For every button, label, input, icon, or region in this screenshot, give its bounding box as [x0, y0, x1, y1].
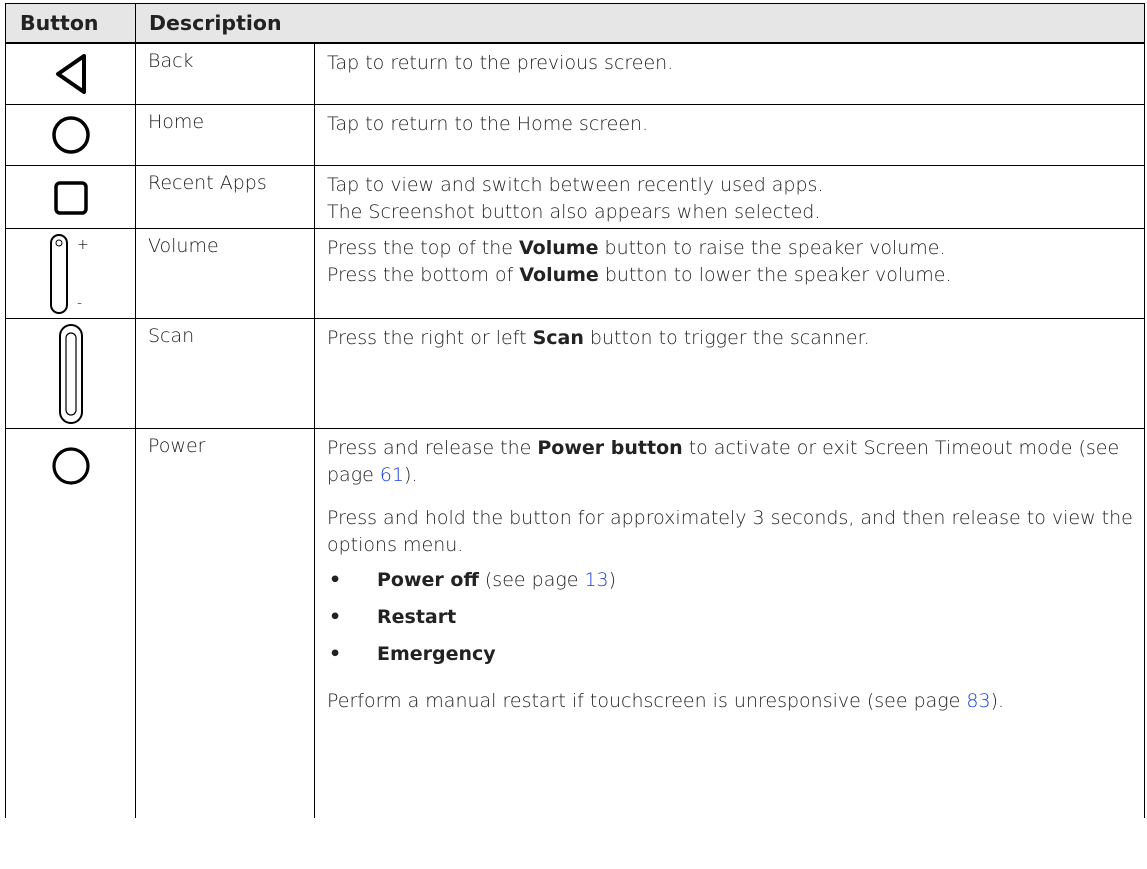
- button-description-table: Button Description Back Tap to return to…: [5, 3, 1145, 818]
- description-line: Tap to return to the Home screen.: [327, 112, 649, 135]
- button-name: Recent Apps: [135, 164, 315, 229]
- list-item-power-off: • Power off (see page 13): [327, 567, 1144, 594]
- table-row: Home Tap to return to the Home screen.: [5, 103, 1145, 166]
- description-line: Press the right or left Scan button to t…: [327, 326, 870, 349]
- description-line: Tap to view and switch between recently …: [327, 173, 824, 196]
- table-header-row: Button Description: [5, 3, 1145, 44]
- volume-plus-mark: +: [77, 237, 89, 253]
- icon-cell: [5, 164, 136, 229]
- table-row: Scan Press the right or left Scan button…: [5, 317, 1145, 429]
- description-paragraph: Press and hold the button for approximat…: [327, 506, 1133, 556]
- header-description: Description: [135, 3, 1145, 44]
- table-row: Recent Apps Tap to view and switch betwe…: [5, 164, 1145, 229]
- icon-cell: [5, 103, 136, 166]
- button-description: Tap to return to the previous screen.: [314, 42, 1145, 105]
- bullet-dot: •: [329, 605, 342, 628]
- button-name: Scan: [135, 317, 315, 429]
- page-link-61[interactable]: 61: [380, 464, 404, 486]
- page-link-13[interactable]: 13: [584, 569, 608, 591]
- icon-cell: + -: [5, 227, 136, 319]
- description-paragraph: Press and release the Power button to ac…: [327, 436, 1120, 486]
- page-link-83[interactable]: 83: [966, 690, 990, 712]
- power-circle-icon: [51, 446, 90, 485]
- list-item-restart: • Restart: [327, 604, 1144, 631]
- list-item-emergency: • Emergency: [327, 641, 1144, 668]
- home-circle-icon: [51, 115, 90, 154]
- icon-cell: [5, 427, 136, 818]
- description-line: The Screenshot button also appears when …: [327, 200, 821, 223]
- description-line: Tap to return to the previous screen.: [327, 52, 674, 74]
- button-description: Press the top of the Volume button to ra…: [314, 227, 1145, 319]
- scan-button-icon: [58, 323, 83, 424]
- table-row: + - Volume Press the top of the Volume b…: [5, 227, 1145, 319]
- description-line: Press the top of the Volume button to ra…: [327, 236, 946, 259]
- button-description: Press the right or left Scan button to t…: [314, 317, 1145, 429]
- bullet-dot: •: [329, 568, 342, 591]
- icon-cell: [5, 42, 136, 105]
- button-name: Back: [135, 42, 315, 105]
- button-name: Power: [135, 427, 315, 818]
- volume-rocker-icon: + -: [49, 233, 89, 314]
- description-paragraph: Perform a manual restart if touchscreen …: [327, 689, 1005, 712]
- table-row: Back Tap to return to the previous scree…: [5, 42, 1145, 105]
- bullet-dot: •: [329, 642, 342, 665]
- volume-minus-mark: -: [77, 295, 82, 311]
- button-description: Tap to return to the Home screen.: [314, 103, 1145, 166]
- button-name: Volume: [135, 227, 315, 319]
- table-row: Power Press and release the Power button…: [5, 427, 1145, 818]
- header-button: Button: [5, 3, 136, 44]
- button-description: Tap to view and switch between recently …: [314, 164, 1145, 229]
- recent-apps-square-icon: [53, 180, 88, 215]
- description-line: Press the bottom of Volume button to low…: [327, 263, 952, 286]
- back-triangle-icon: [55, 54, 86, 94]
- icon-cell: [5, 317, 136, 429]
- button-description: Press and release the Power button to ac…: [314, 427, 1145, 818]
- button-name: Home: [135, 103, 315, 166]
